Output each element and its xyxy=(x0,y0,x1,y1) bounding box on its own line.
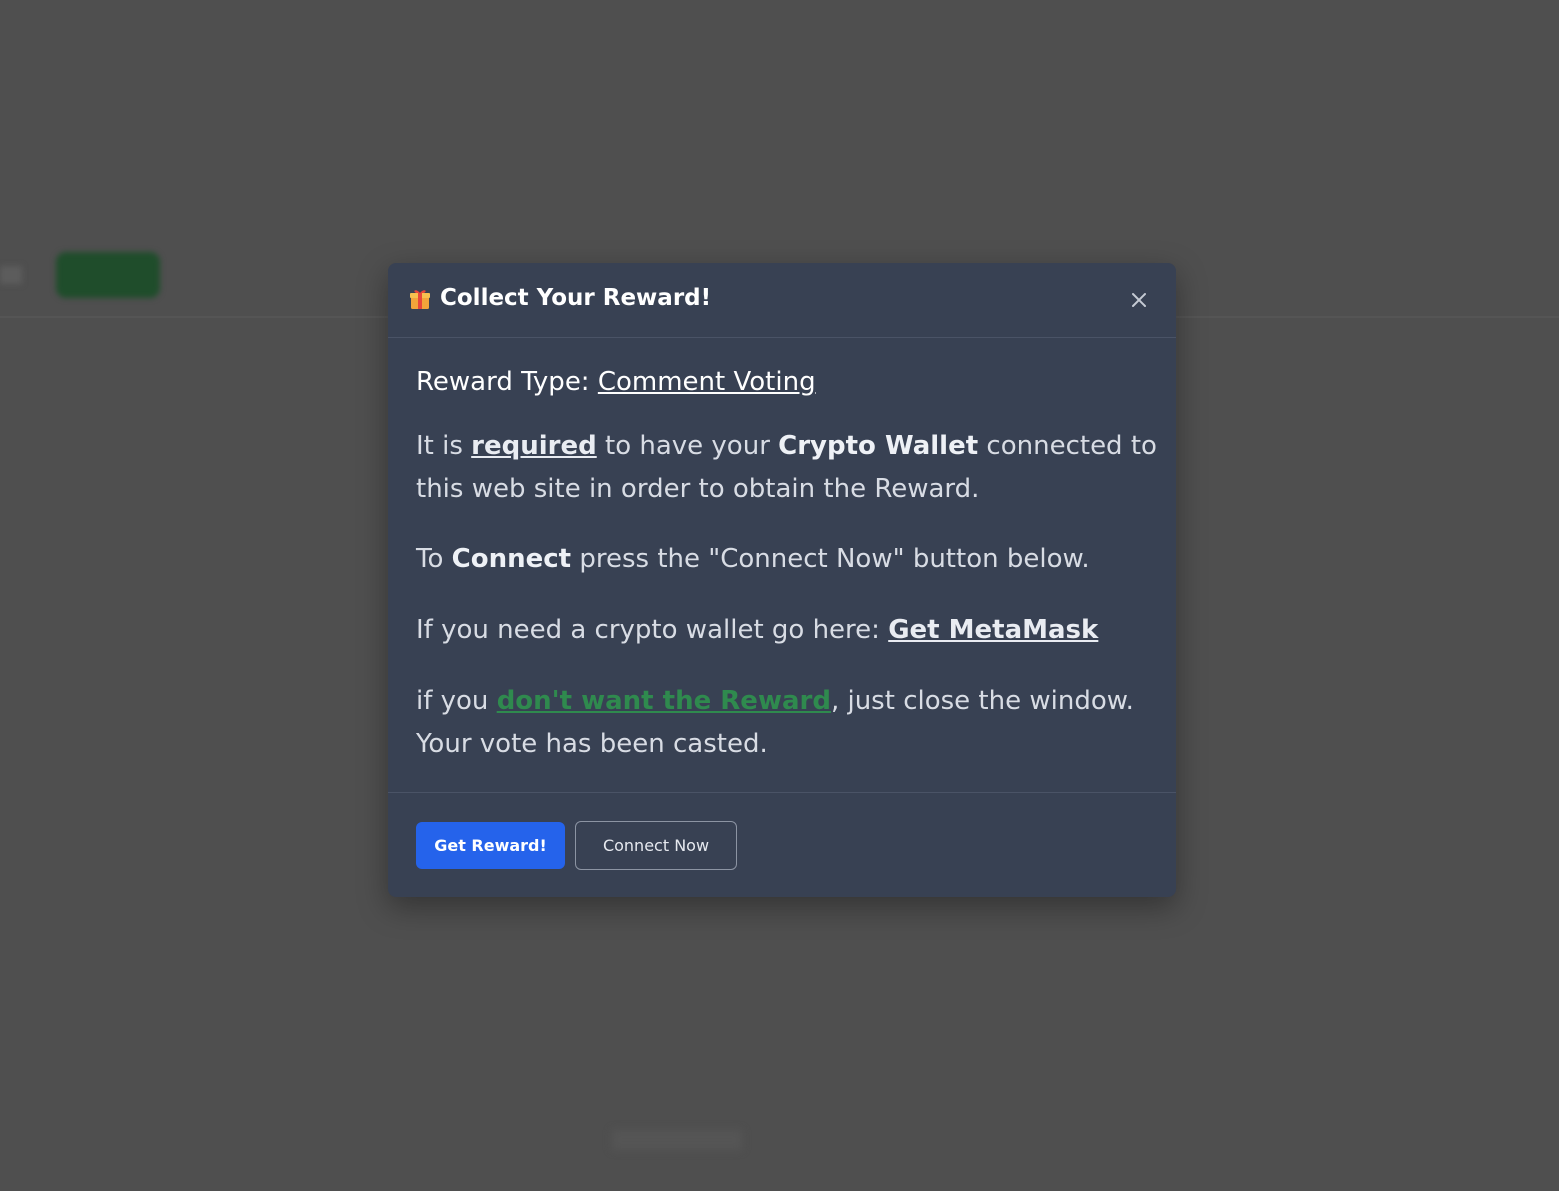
connect-now-button[interactable]: Connect Now xyxy=(575,821,737,870)
close-suffix: , just close the window. xyxy=(830,686,1134,716)
close-prefix: if you xyxy=(416,686,497,716)
reward-modal: Collect Your Reward! Reward Type: Commen… xyxy=(388,263,1176,897)
background-blurred-element xyxy=(0,266,22,284)
metamask-prefix: If you need a crypto wallet go here: xyxy=(416,615,889,645)
requirement-text-line2: this web site in order to obtain the Rew… xyxy=(416,474,980,504)
close-button[interactable] xyxy=(1126,287,1152,313)
metamask-line: If you need a crypto wallet go here: Get… xyxy=(416,609,1098,652)
modal-title: Collect Your Reward! xyxy=(440,285,712,311)
requirement-prefix: It is xyxy=(416,431,472,461)
background-blurred-button xyxy=(56,252,160,298)
requirement-text-line1: It is required to have your Crypto Walle… xyxy=(416,425,1157,468)
close-icon[interactable] xyxy=(1126,287,1152,313)
required-link[interactable]: required xyxy=(471,431,597,461)
modal-header: Collect Your Reward! xyxy=(388,263,1176,338)
get-metamask-link[interactable]: Get MetaMask xyxy=(888,615,1098,645)
background-blurred-footer xyxy=(612,1130,742,1150)
decline-reward-link[interactable]: don't want the Reward xyxy=(497,686,831,716)
requirement-suffix: connected to xyxy=(978,431,1157,461)
close-instruction-line2: Your vote has been casted. xyxy=(416,729,768,759)
crypto-wallet-text: Crypto Wallet xyxy=(778,431,979,461)
connect-prefix: To xyxy=(416,544,452,574)
modal-footer: Get Reward! Connect Now xyxy=(388,792,1176,897)
connect-instruction: To Connect press the "Connect Now" butto… xyxy=(416,538,1090,581)
reward-type-link[interactable]: Comment Voting xyxy=(598,367,816,397)
connect-suffix: press the "Connect Now" button below. xyxy=(571,544,1090,574)
reward-type-label: Reward Type: xyxy=(416,367,598,397)
requirement-mid: to have your xyxy=(596,431,779,461)
close-instruction-line1: if you don't want the Reward, just close… xyxy=(416,680,1134,723)
reward-type-line: Reward Type: Comment Voting xyxy=(416,361,816,404)
connect-word: Connect xyxy=(451,544,572,574)
get-reward-button[interactable]: Get Reward! xyxy=(416,822,565,869)
gift-icon xyxy=(409,288,431,310)
